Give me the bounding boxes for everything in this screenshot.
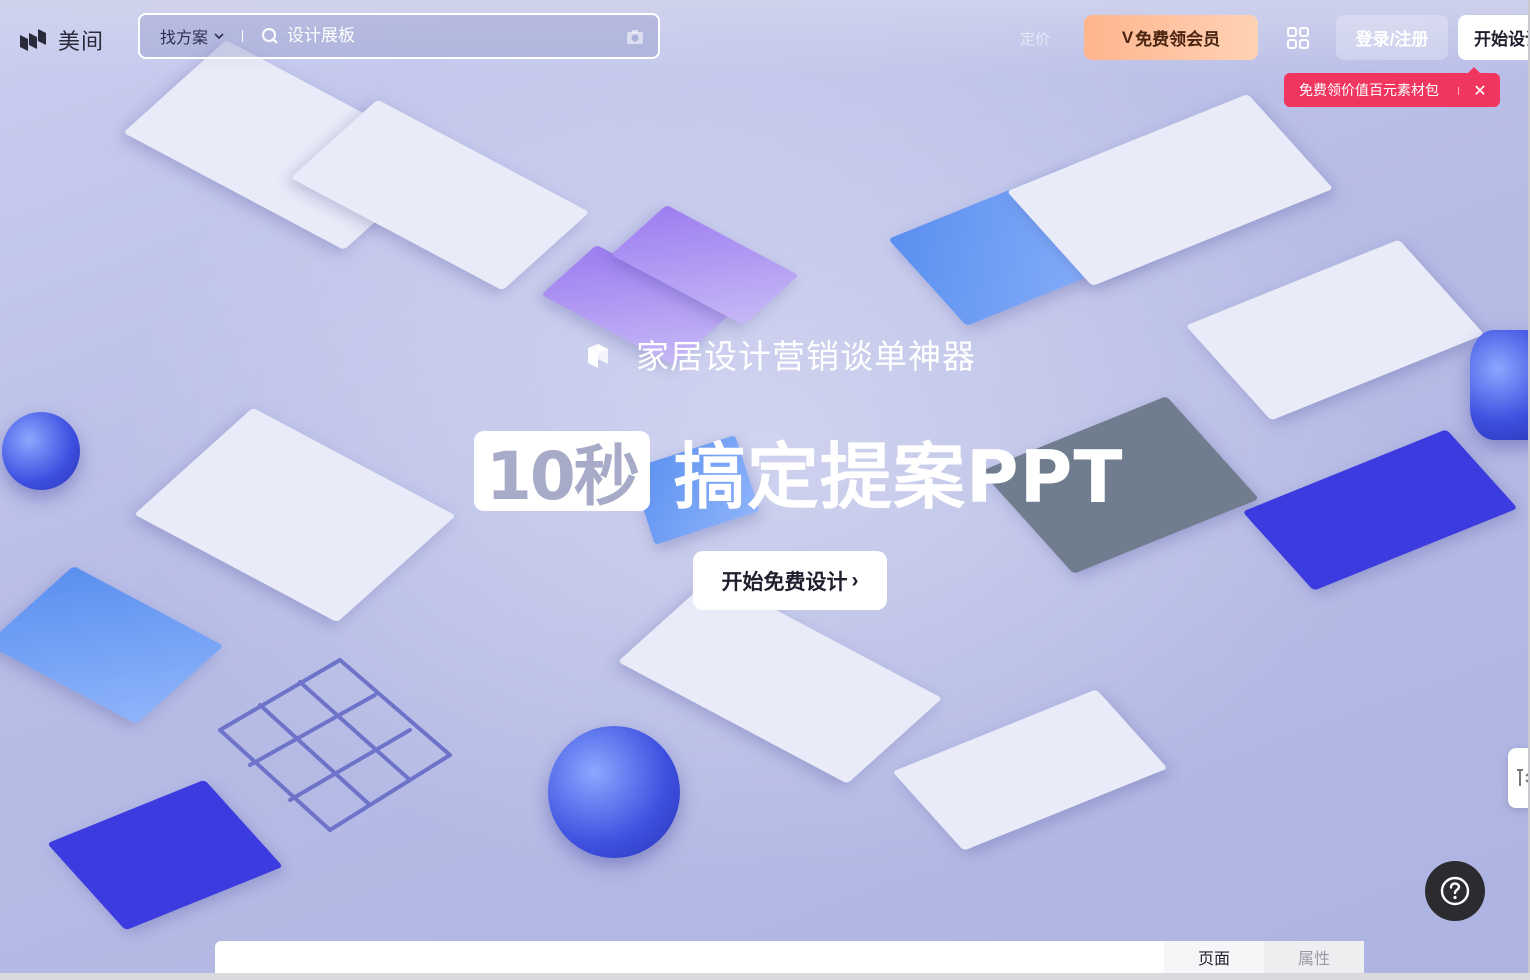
camera-icon[interactable] [626,29,644,45]
apps-grid-icon[interactable] [1286,26,1310,50]
search-bar: 找方案 [138,13,660,59]
login-register-button[interactable]: 登录/注册 [1336,15,1448,60]
close-icon[interactable]: ✕ [1470,80,1490,100]
logo-text: 美间 [58,30,105,55]
deco-tile [892,689,1168,851]
promo-divider [1458,87,1459,95]
start-free-design-button[interactable]: 开始免费设计 › [693,551,887,610]
search-scope-label: 找方案 [160,28,209,47]
cta-label: 开始免费设计 [721,570,848,594]
search-input[interactable] [285,25,590,47]
headline-text: 搞定提案PPT [673,435,1124,519]
deco-tile [1185,239,1485,421]
vip-v-icon: V [1121,27,1134,47]
promo-text: 免费领价值百元素材包 [1299,83,1439,99]
deco-sphere [2,412,80,490]
brand-logo[interactable]: 美间 [18,24,104,56]
start-design-button[interactable]: 开始设计 [1458,15,1530,60]
promo-tooltip[interactable]: 免费领价值百元素材包 ✕ [1284,67,1500,107]
logo-mark-icon [20,29,46,51]
window-bottom-bar [0,973,1530,980]
tab-page[interactable]: 页面 [1164,941,1264,973]
hero-headline: 10秒 搞定提案PPT [474,418,1124,523]
deco-tile [1242,429,1518,591]
side-float-widget[interactable] [1508,748,1530,808]
search-divider [242,30,244,42]
hero-subtitle: 家居设计营销谈单神器 [584,330,976,378]
deco-tile [0,565,224,725]
help-button[interactable] [1425,861,1485,921]
headline-badge: 10秒 [474,430,650,515]
free-vip-button[interactable]: V 免费领会员 [1084,15,1258,60]
bottom-panel: 页面 属性 [215,941,1364,973]
chevron-right-icon: › [851,568,859,592]
search-scope-select[interactable]: 找方案 [160,24,224,48]
deco-tile [134,407,456,623]
deco-sphere [548,726,680,858]
search-icon [262,28,278,44]
deco-sphere [1470,330,1530,440]
tab-properties[interactable]: 属性 [1264,941,1364,973]
deco-grid [218,658,452,832]
vip-label: 免费领会员 [1135,30,1221,49]
top-header: 美间 找方案 定价 V 免费领会员 登录/注册 开始设计 [0,0,1530,76]
question-icon [1440,876,1470,906]
subtitle-text: 家居设计营销谈单神器 [636,337,976,376]
chevron-down-icon [214,33,224,40]
brand-mark-icon [588,344,608,368]
nav-pricing-link[interactable]: 定价 [1020,28,1050,49]
